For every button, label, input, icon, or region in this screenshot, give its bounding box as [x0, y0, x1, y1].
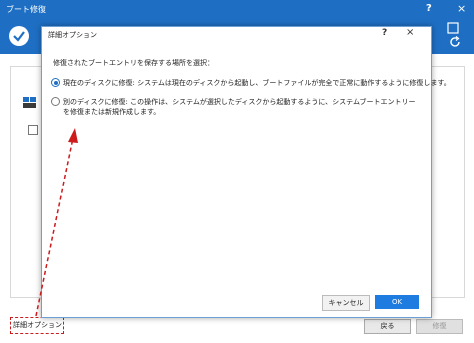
header-action-icon[interactable] — [447, 22, 459, 34]
dialog-close-icon[interactable]: × — [406, 27, 414, 38]
dialog-title: 詳細オプション — [48, 31, 97, 39]
dialog-titlebar: 詳細オプション ? × — [42, 27, 431, 42]
current-disk-radio[interactable] — [51, 78, 60, 87]
app-close-icon[interactable]: × — [457, 2, 466, 15]
cancel-button[interactable]: キャンセル — [322, 295, 370, 311]
app-help-icon[interactable]: ? — [426, 3, 432, 14]
dialog-help-icon[interactable]: ? — [382, 28, 387, 38]
location-prompt: 修復されたブートエントリを保存する場所を選択： — [53, 59, 214, 67]
back-button[interactable]: 戻る — [364, 319, 411, 334]
current-disk-option-label[interactable]: 現在のディスクに修復: システムは現在のディスクから起動し、ブートファイルが完全… — [63, 78, 451, 88]
disk-checkbox[interactable] — [28, 125, 38, 135]
advanced-options-dialog: 詳細オプション ? × 修復されたブートエントリを保存する場所を選択： 現在のデ… — [41, 26, 451, 318]
other-disk-option-label[interactable]: 別のディスクに修復: この操作は、システムが選択したディスクから起動するように、… — [63, 97, 418, 117]
check-icon — [9, 26, 29, 46]
refresh-icon[interactable] — [449, 36, 461, 48]
disk-icon — [23, 97, 36, 108]
repair-button[interactable]: 修復 — [416, 319, 463, 334]
app-titlebar: ブート修復 ? × — [0, 0, 474, 20]
highlight-box — [10, 317, 64, 334]
ok-button[interactable]: OK — [375, 295, 419, 309]
other-disk-radio[interactable] — [51, 97, 60, 106]
app-title: ブート修復 — [6, 5, 46, 14]
